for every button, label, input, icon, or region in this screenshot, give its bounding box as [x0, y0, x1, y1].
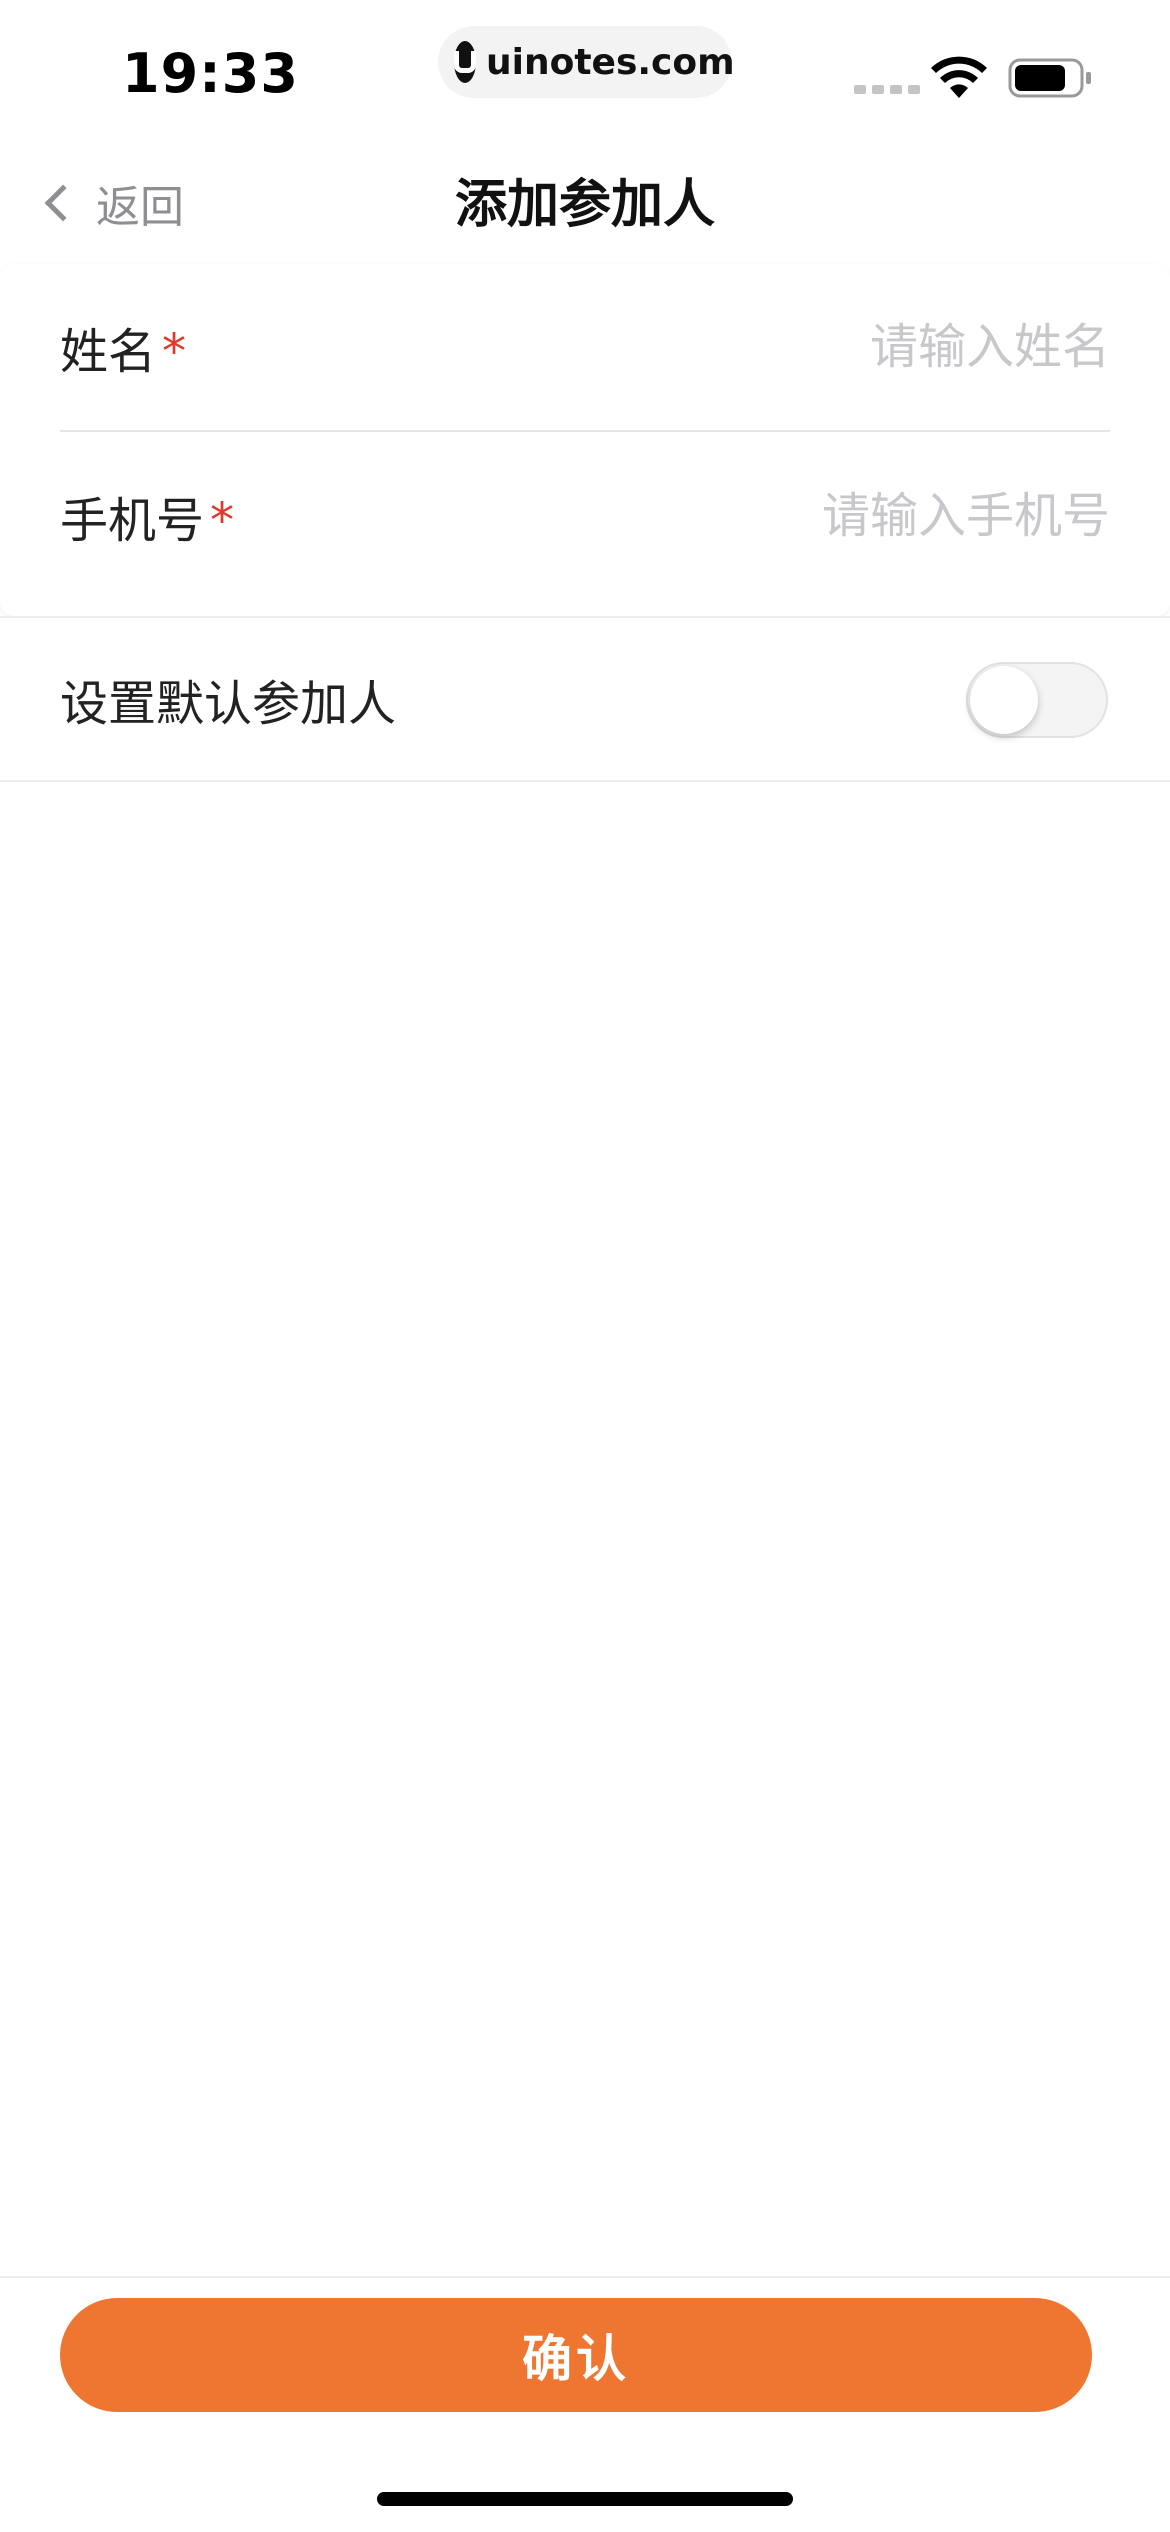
url-pill[interactable]: uinotes.com [438, 26, 735, 98]
phone-input[interactable] [550, 476, 1110, 556]
url-text: uinotes.com [486, 41, 735, 83]
phone-label: 手机号 [60, 493, 205, 549]
phone-row: 手机号 * [60, 432, 1110, 600]
page-title: 添加参加人 [454, 175, 715, 235]
toggle-knob [970, 666, 1038, 734]
home-indicator [377, 2492, 793, 2506]
name-label: 姓名 [60, 324, 157, 380]
status-time: 19:33 [122, 42, 299, 105]
screen: 19:33 uinotes.com 返回 添加参加人 姓名 * 请输入姓名 手机… [0, 0, 1170, 2532]
default-participant-row: 设置默认参加人 [0, 616, 1170, 782]
bottom-bar: 确认 [0, 2276, 1170, 2532]
required-mark: * [210, 493, 235, 549]
form-card: 姓名* 手机号* [0, 264, 1170, 616]
name-row: 姓名 * [60, 264, 1110, 432]
default-participant-label: 设置默认参加人 [60, 676, 397, 732]
confirm-button[interactable]: 确认 [60, 2298, 1092, 2412]
wifi-icon [931, 56, 987, 98]
required-mark: * [162, 324, 187, 380]
phone-label-group: 手机号 * [60, 481, 234, 551]
name-input[interactable] [550, 307, 1110, 387]
status-bar: 19:33 uinotes.com [0, 0, 1170, 140]
default-participant-toggle[interactable] [966, 662, 1108, 738]
site-logo-icon [454, 41, 476, 83]
nav-bar: 返回 添加参加人 [0, 140, 1170, 264]
cellular-signal-icon [854, 85, 920, 94]
name-label-group: 姓名 * [60, 312, 186, 382]
battery-icon [1008, 58, 1091, 98]
